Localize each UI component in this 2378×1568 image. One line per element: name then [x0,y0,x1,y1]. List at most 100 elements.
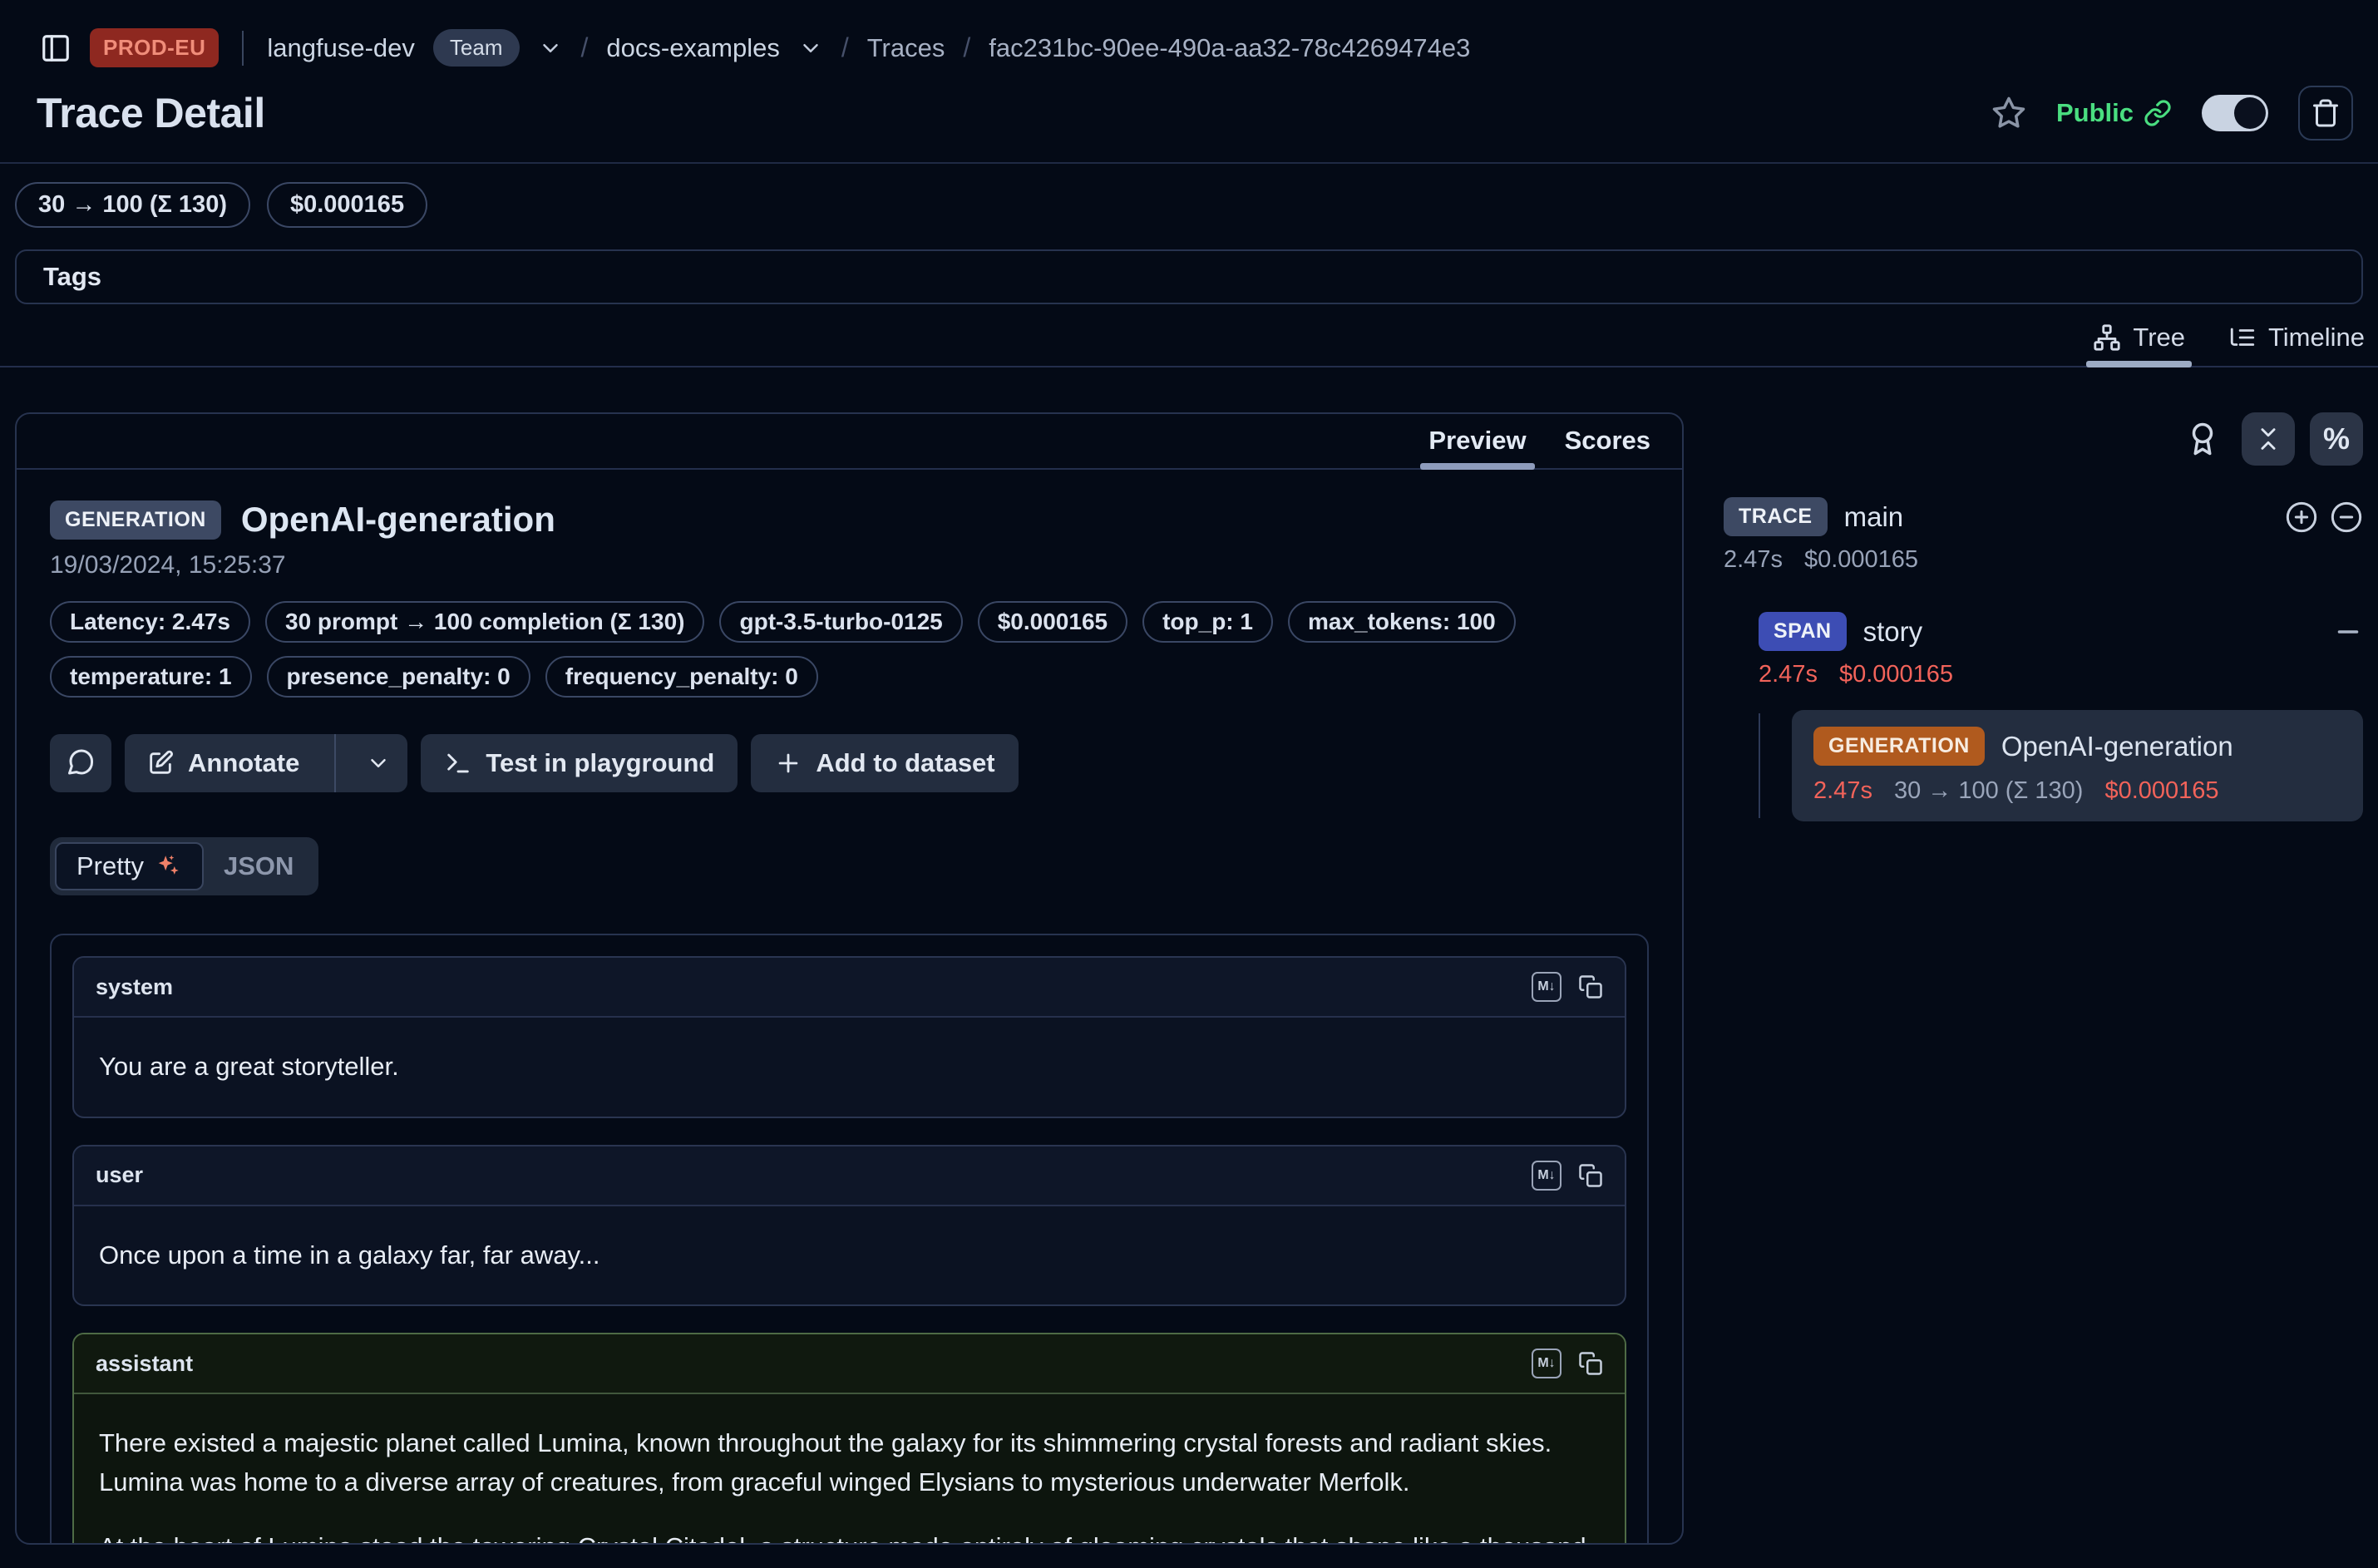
content-area: Preview Scores GENERATION OpenAI-generat… [0,367,2378,1545]
frequency-penalty-badge: frequency_penalty: 0 [545,656,818,698]
comment-button[interactable] [50,734,111,792]
tree-node-generation-selected[interactable]: GENERATION OpenAI-generation 2.47s 30 → … [1792,710,2363,821]
tree-icon [2093,323,2121,352]
trace-summary-badges: 30 → 100 (Σ 130) $0.000165 [0,164,2378,228]
trace-name: main [1844,501,1904,533]
sidebar-toggle-icon[interactable] [40,32,72,64]
message-header: user M↓ [74,1146,1625,1206]
chevron-down-icon [366,751,391,776]
fold-vertical-icon [2254,425,2282,453]
generation-latency: 2.47s [1813,777,1872,805]
add-to-dataset-button[interactable]: Add to dataset [751,734,1018,792]
message-header: assistant M↓ [74,1334,1625,1394]
trash-icon [2311,98,2341,128]
observation-type-badge: GENERATION [50,500,221,540]
zoom-in-icon[interactable] [2285,500,2318,534]
message-role: system [96,974,173,1000]
trace-type-badge: TRACE [1724,497,1828,536]
markdown-toggle-icon[interactable]: M↓ [1532,1161,1561,1191]
span-cost: $0.000165 [1839,661,1953,688]
message-content: There existed a majestic planet called L… [74,1394,1625,1545]
title-row: Trace Detail Public [0,67,2378,141]
generation-cost: $0.000165 [2104,777,2218,805]
chevron-down-icon[interactable] [798,36,823,61]
view-tabs: Tree Timeline [0,304,2378,367]
message-assistant: assistant M↓ There existed a majestic pl… [72,1333,1626,1545]
button-separator [334,734,336,792]
breadcrumb-traces[interactable]: Traces [867,33,945,63]
markdown-toggle-icon[interactable]: M↓ [1532,972,1561,1002]
tab-scores[interactable]: Scores [1565,426,1650,468]
breadcrumb-slash: / [841,32,849,63]
breadcrumb-org[interactable]: langfuse-dev [267,33,415,63]
annotate-split-button: Annotate [125,734,407,792]
title-actions: Public [1991,86,2353,141]
annotate-dropdown-button[interactable] [349,734,407,792]
message-header: system M↓ [74,958,1625,1018]
pretty-label: Pretty [76,851,144,881]
tab-tree[interactable]: Tree [2093,323,2185,366]
format-json-button[interactable]: JSON [204,844,313,889]
trace-latency: 2.47s [1724,546,1783,574]
public-toggle[interactable] [2202,95,2268,131]
format-pretty-button[interactable]: Pretty [55,842,204,890]
breadcrumb-slash: / [963,32,970,63]
breadcrumb-trace-id: fac231bc-90ee-490a-aa32-78c4269474e3 [989,33,1470,63]
percent-icon: % [2323,422,2350,456]
panel-tabs: Preview Scores [17,414,1682,470]
tree-node-span[interactable]: SPAN story 2.47s $0.000165 GENERATION Op… [1759,612,2363,821]
span-type-badge: SPAN [1759,612,1847,651]
org-role-badge[interactable]: Team [433,29,520,67]
public-link[interactable]: Public [2056,98,2172,128]
span-latency: 2.47s [1759,661,1818,688]
environment-badge: PROD-EU [90,28,219,67]
tab-timeline[interactable]: Timeline [2228,323,2365,366]
plus-icon [774,749,802,777]
zoom-out-icon[interactable] [2330,500,2363,534]
tree-node-trace[interactable]: TRACE main 2.47s $0.000165 [1724,497,2363,574]
tab-preview[interactable]: Preview [1428,426,1526,468]
test-in-playground-button[interactable]: Test in playground [421,734,738,792]
annotate-button[interactable]: Annotate [125,734,321,792]
chevron-down-icon[interactable] [538,36,563,61]
format-toggle: Pretty JSON [50,837,318,895]
span-name: story [1863,616,1923,648]
award-icon[interactable] [2185,422,2220,456]
observation-header: GENERATION OpenAI-generation [50,500,1649,540]
tags-box[interactable]: Tags [15,249,2363,304]
page-title: Trace Detail [37,89,265,137]
breadcrumb-project[interactable]: docs-examples [606,33,779,63]
message-system: system M↓ You are a great storyteller. [72,956,1626,1118]
model-badge: gpt-3.5-turbo-0125 [719,601,962,643]
timeline-icon [2228,323,2257,352]
tags-label: Tags [43,262,101,291]
messages-container: system M↓ You are a great storyteller. u… [50,934,1649,1545]
temperature-badge: temperature: 1 [50,656,252,698]
message-header-icons: M↓ [1532,1161,1603,1191]
metrics-toggle-button[interactable]: % [2310,412,2363,466]
copy-icon[interactable] [1578,1351,1603,1376]
markdown-toggle-icon[interactable]: M↓ [1532,1349,1561,1378]
token-usage-badge: 30 prompt → 100 completion (Σ 130) [265,601,704,643]
observation-name: OpenAI-generation [241,500,555,540]
terminal-icon [444,749,472,777]
copy-icon[interactable] [1578,1163,1603,1188]
message-header-icons: M↓ [1532,972,1603,1002]
trace-cost: $0.000165 [1804,546,1918,574]
sparkles-icon [154,852,182,880]
tab-tree-label: Tree [2133,323,2185,353]
tab-timeline-label: Timeline [2268,323,2365,353]
top-p-badge: top_p: 1 [1142,601,1273,643]
generation-name: OpenAI-generation [2001,731,2233,762]
link-icon [2144,99,2172,127]
card-body: GENERATION OpenAI-generation 19/03/2024,… [17,470,1682,1545]
collapse-panel-button[interactable] [2242,412,2295,466]
collapse-node-icon[interactable] [2333,617,2363,647]
star-icon[interactable] [1991,96,2026,131]
generation-type-badge: GENERATION [1813,727,1985,766]
copy-icon[interactable] [1578,974,1603,999]
message-content: You are a great storyteller. [74,1018,1625,1117]
delete-trace-button[interactable] [2298,86,2353,141]
message-role: assistant [96,1351,193,1377]
assistant-paragraph: At the heart of Lumina stood the towerin… [99,1528,1600,1545]
